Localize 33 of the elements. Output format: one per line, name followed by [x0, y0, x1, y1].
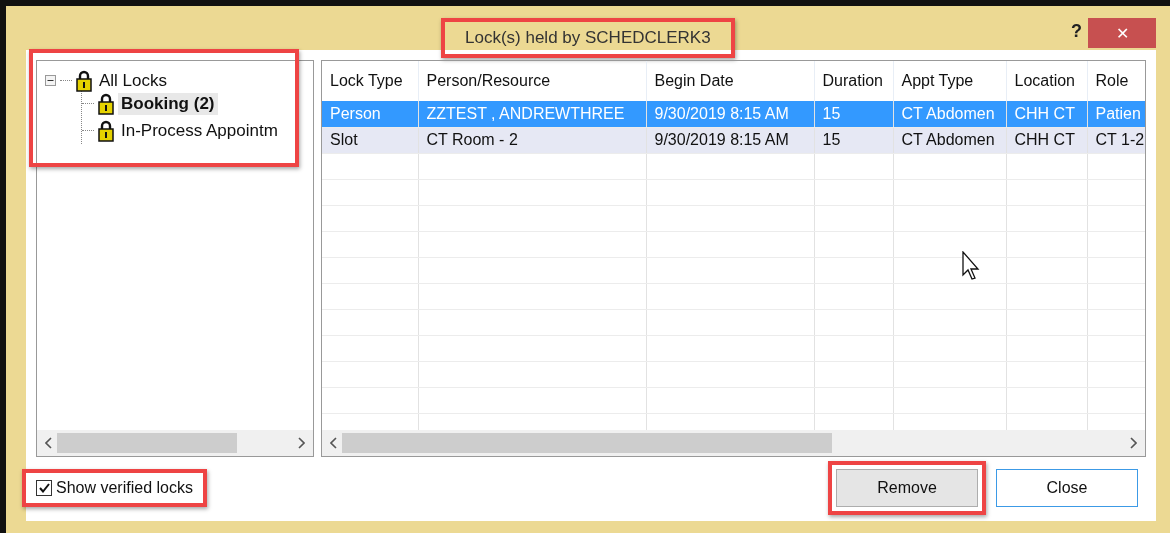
checkbox-label: Show verified locks [56, 479, 193, 497]
checkbox[interactable] [36, 480, 52, 496]
close-button[interactable]: ✕ [1088, 18, 1156, 48]
horizontal-scrollbar[interactable] [37, 430, 313, 456]
table-cell: ZZTEST , ANDREWTHREE [418, 101, 646, 127]
table-cell: CHH CT [1006, 127, 1087, 153]
table-row[interactable]: Slot CT Room - 2 9/30/2019 8:15 AM 15 CT Abdomen CHH CT CT 1-2 [322, 127, 1145, 153]
table-cell: CT Abdomen [893, 127, 1006, 153]
table-cell: Slot [322, 127, 418, 153]
mouse-pointer-icon [962, 251, 982, 281]
dialog-button[interactable]: Close [996, 469, 1138, 507]
table-cell: 9/30/2019 8:15 AM [646, 101, 814, 127]
table-cell: 15 [814, 127, 893, 153]
window-title: Lock(s) held by SCHEDCLERK3 [464, 27, 712, 49]
table-cell: 9/30/2019 8:15 AM [646, 127, 814, 153]
dialog-button[interactable]: Remove [836, 469, 978, 507]
padlock-icon [98, 119, 114, 142]
padlock-icon [76, 69, 92, 92]
horizontal-scrollbar[interactable] [322, 430, 1145, 456]
table-cell: Person [322, 101, 418, 127]
tree-item[interactable]: In-Process Appointm [118, 119, 281, 142]
collapse-icon[interactable] [45, 75, 56, 86]
table-cell: CT Abdomen [893, 101, 1006, 127]
table-cell: CT Room - 2 [418, 127, 646, 153]
show-verified-checkbox[interactable]: Show verified locks [26, 473, 203, 503]
tree-item[interactable]: Booking (2) [118, 92, 218, 115]
table-cell: CHH CT [1006, 101, 1087, 127]
table-cell: Patien [1087, 101, 1145, 127]
table-cell: CT 1-2 [1087, 127, 1145, 153]
help-button[interactable]: ? [1065, 20, 1088, 43]
table-cell: 15 [814, 101, 893, 127]
padlock-icon [98, 92, 114, 115]
tree-item[interactable]: All Locks [96, 69, 171, 92]
